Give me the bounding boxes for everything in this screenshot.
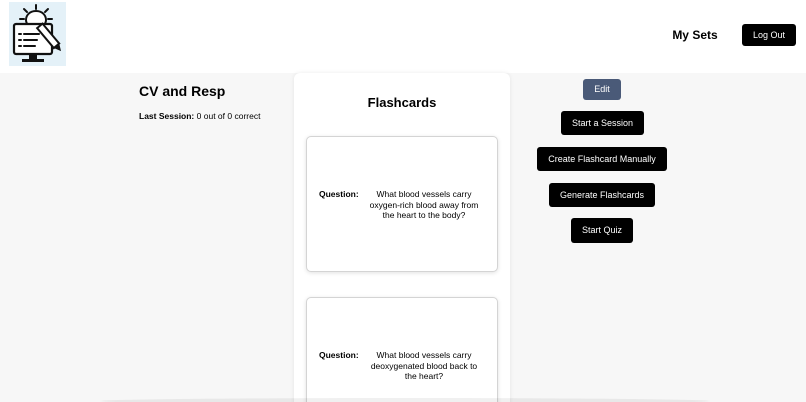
- create-flashcard-manually-button[interactable]: Create Flashcard Manually: [537, 147, 667, 171]
- question-text: What blood vessels carry oxygen-rich blo…: [369, 189, 479, 220]
- last-session-value: 0 out of 0 correct: [196, 111, 261, 121]
- my-sets-link[interactable]: My Sets: [664, 27, 726, 43]
- flashcard[interactable]: Question: What blood vessels carry deoxy…: [306, 297, 498, 402]
- last-session-info: Last Session: 0 out of 0 correct: [139, 111, 260, 121]
- lightbulb-monitor-pencil-icon: [12, 4, 62, 62]
- last-session-label: Last Session:: [139, 111, 195, 121]
- top-header: My Sets Log Out: [0, 0, 806, 73]
- footer-shadow: [100, 398, 710, 402]
- page: My Sets Log Out CV and Resp Last Session…: [0, 0, 806, 402]
- generate-flashcards-button[interactable]: Generate Flashcards: [549, 183, 655, 207]
- question-label: Question:: [319, 189, 359, 199]
- start-session-button[interactable]: Start a Session: [561, 111, 644, 135]
- set-title: CV and Resp: [139, 83, 226, 99]
- flashcards-title: Flashcards: [367, 95, 437, 110]
- flashcard[interactable]: Question: What blood vessels carry oxyge…: [306, 136, 498, 272]
- edit-button[interactable]: Edit: [583, 79, 621, 100]
- question-label: Question:: [319, 350, 359, 360]
- question-text: What blood vessels carry deoxygenated bl…: [370, 350, 478, 381]
- app-logo[interactable]: [9, 2, 66, 66]
- start-quiz-button[interactable]: Start Quiz: [571, 218, 633, 243]
- logout-button[interactable]: Log Out: [742, 24, 796, 46]
